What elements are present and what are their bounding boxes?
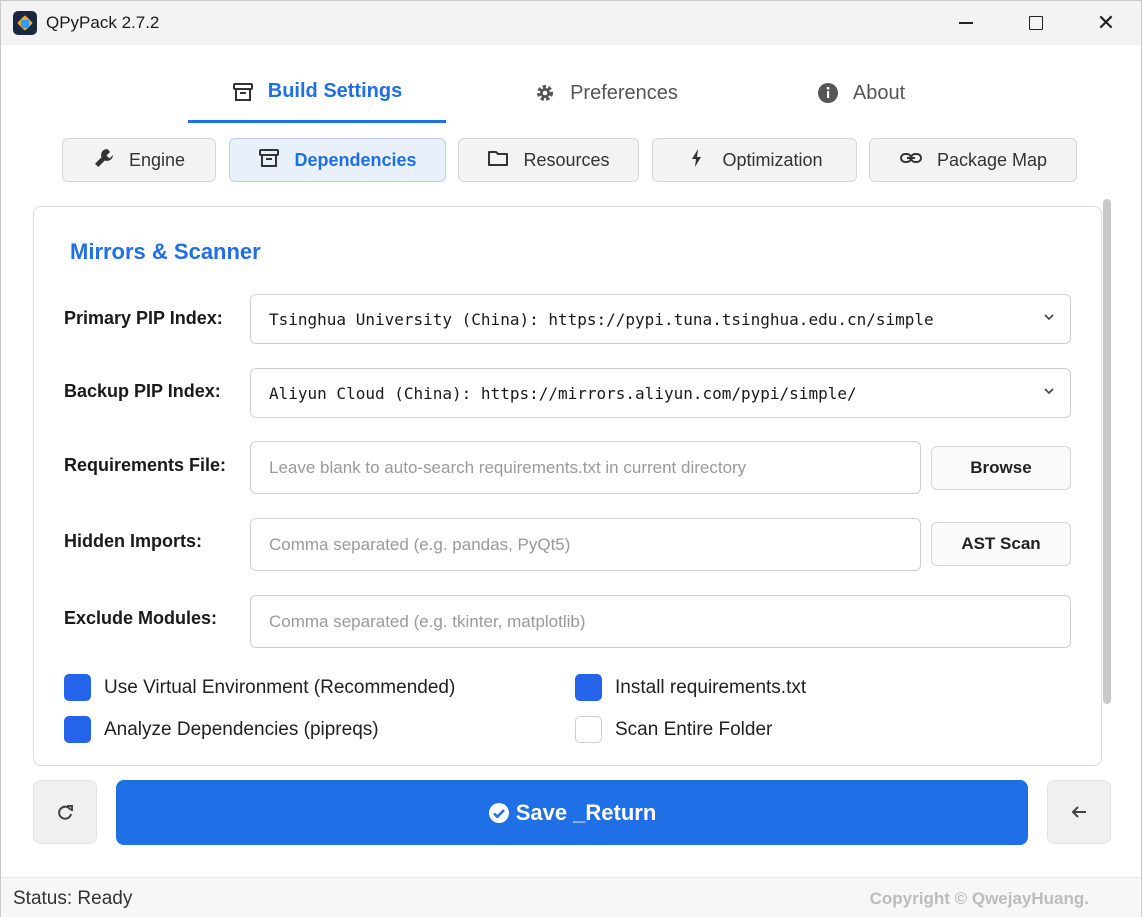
arrow-left-icon (1071, 806, 1086, 818)
close-icon: ✕ (1096, 10, 1116, 35)
app-logo-icon (13, 11, 37, 35)
gear-icon (534, 82, 556, 104)
checkbox-label: Use Virtual Environment (Recommended) (104, 676, 456, 698)
checkbox-box[interactable] (64, 674, 91, 701)
subtab-optimization[interactable]: Optimization (652, 138, 857, 182)
tab-build-settings[interactable]: Build Settings (188, 63, 446, 123)
primary-index-label: Primary PIP Index: (64, 308, 223, 328)
panel-scrollbar[interactable] (1103, 199, 1111, 704)
folder-icon (487, 147, 509, 174)
tab-about[interactable]: About (791, 63, 931, 123)
requirements-file-input[interactable] (250, 441, 921, 494)
backup-index-label: Backup PIP Index: (64, 381, 221, 401)
requirements-file-label: Requirements File: (64, 455, 227, 475)
archive-icon (232, 81, 254, 103)
backup-index-select[interactable]: Aliyun Cloud (China): https://mirrors.al… (250, 368, 1071, 418)
checkbox-box[interactable] (575, 674, 602, 701)
subtab-dependencies[interactable]: Dependencies (229, 138, 446, 182)
subtab-label: Resources (523, 149, 610, 170)
checkbox-label: Install requirements.txt (615, 676, 807, 698)
info-icon (817, 82, 839, 104)
subtab-package-map[interactable]: Package Map (869, 138, 1077, 182)
subtab-label: Engine (128, 149, 186, 170)
checkbox-analyze-deps[interactable]: Analyze Dependencies (pipreqs) (64, 716, 379, 743)
hidden-imports-label: Hidden Imports: (64, 531, 202, 551)
checkbox-label: Analyze Dependencies (pipreqs) (104, 718, 379, 740)
app-window: QPyPack 2.7.2 ✕ Build Settings Preferenc… (0, 0, 1142, 917)
tab-label: Preferences (570, 81, 678, 104)
status-bar: Status: Ready Copyright © QwejayHuang. (1, 877, 1141, 917)
subtab-engine[interactable]: Engine (62, 138, 216, 182)
refresh-button[interactable] (33, 780, 97, 844)
primary-index-select[interactable]: Tsinghua University (China): https://pyp… (250, 294, 1071, 344)
close-button[interactable]: ✕ (1071, 1, 1141, 45)
wrench-icon (93, 147, 115, 174)
exclude-modules-input[interactable] (250, 595, 1071, 648)
hidden-imports-input[interactable] (250, 518, 921, 571)
tab-label: Build Settings (267, 80, 403, 102)
copyright-text: Copyright © QwejayHuang. (869, 889, 1089, 908)
checkbox-install-requirements[interactable]: Install requirements.txt (575, 674, 806, 701)
chevron-down-icon (1044, 388, 1054, 395)
ast-scan-button[interactable]: AST Scan (931, 522, 1071, 566)
checkbox-label: Scan Entire Folder (615, 718, 773, 740)
status-text: Status: Ready (13, 888, 133, 909)
bolt-icon (686, 147, 708, 174)
maximize-icon (1029, 16, 1043, 30)
exclude-modules-label: Exclude Modules: (64, 608, 218, 628)
minimize-button[interactable] (931, 1, 1001, 45)
checkbox-box[interactable] (575, 716, 602, 743)
tab-label: About (852, 81, 906, 104)
backup-index-value: Aliyun Cloud (China): https://mirrors.al… (269, 383, 857, 403)
archive-icon (258, 147, 280, 174)
subtab-label: Package Map (936, 149, 1048, 170)
subtab-resources[interactable]: Resources (458, 138, 639, 182)
maximize-button[interactable] (1001, 1, 1071, 45)
tab-preferences[interactable]: Preferences (506, 63, 706, 123)
window-title: QPyPack 2.7.2 (46, 13, 160, 32)
browse-button[interactable]: Browse (931, 446, 1071, 490)
checkbox-use-venv[interactable]: Use Virtual Environment (Recommended) (64, 674, 455, 701)
primary-index-value: Tsinghua University (China): https://pyp… (269, 309, 934, 329)
save-return-button[interactable]: Save _Return (116, 780, 1028, 845)
refresh-icon (58, 805, 73, 820)
checkbox-box[interactable] (64, 716, 91, 743)
subtab-label: Optimization (722, 149, 823, 170)
back-button[interactable] (1047, 780, 1111, 844)
subtab-label: Dependencies (294, 149, 417, 170)
section-title: Mirrors & Scanner (70, 239, 261, 264)
chevron-down-icon (1044, 314, 1054, 321)
minimize-icon (959, 22, 973, 24)
check-circle-icon (488, 802, 509, 823)
link-icon (899, 147, 923, 174)
save-return-label: Save _Return (515, 799, 657, 825)
checkbox-scan-folder[interactable]: Scan Entire Folder (575, 716, 772, 743)
title-bar: QPyPack 2.7.2 ✕ (1, 1, 1141, 45)
